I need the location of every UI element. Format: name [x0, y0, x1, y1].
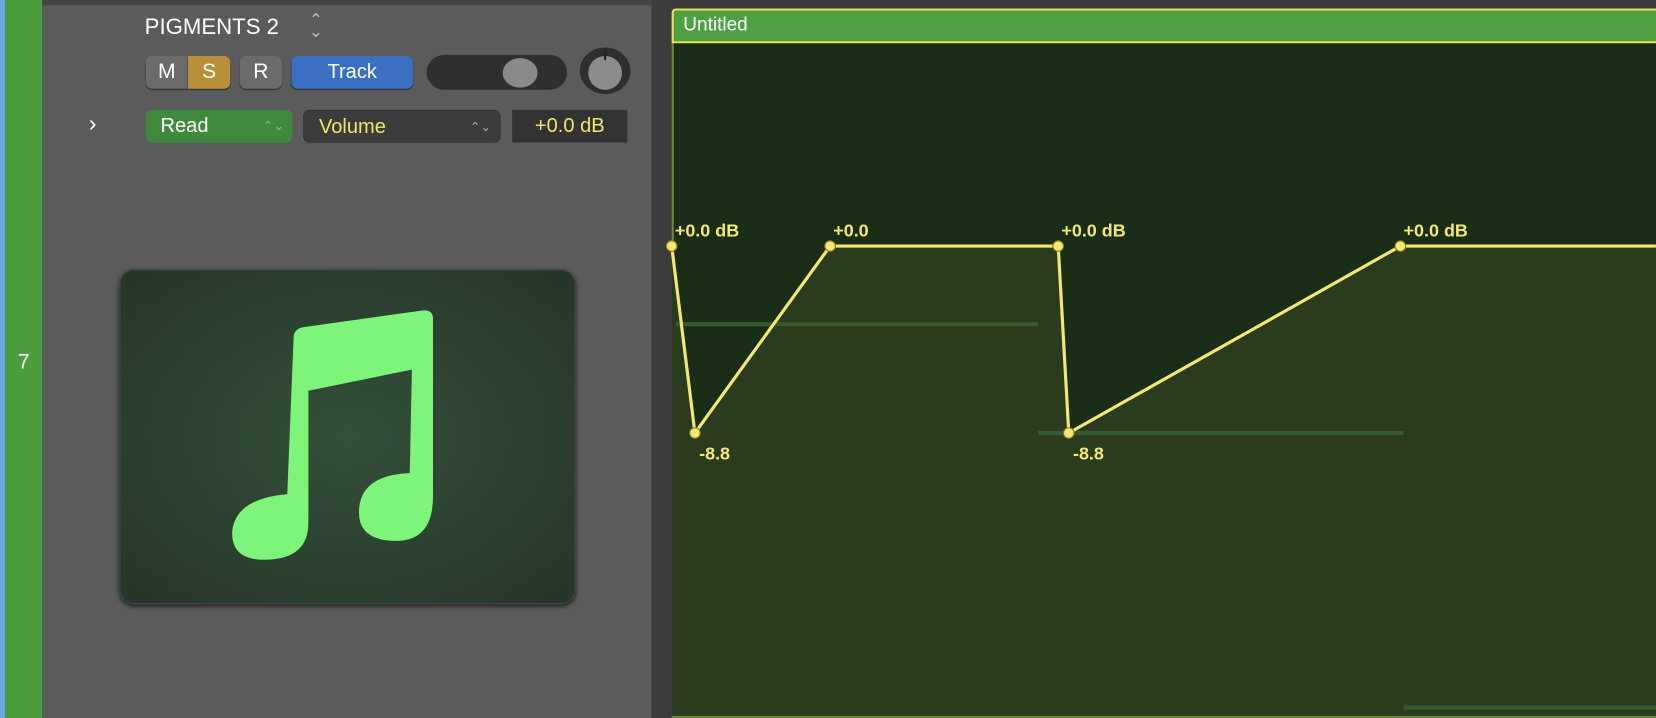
automation-point-label: +0.0 dB [1061, 221, 1125, 241]
automation-lane[interactable]: +0.0 dB -8.8 +0.0 +0.0 dB -8.8 +0.0 dB [0, 0, 1656, 718]
automation-point-label: +0.0 [833, 221, 868, 241]
automation-point[interactable] [1062, 427, 1075, 439]
automation-point[interactable] [1394, 240, 1407, 252]
automation-point[interactable] [824, 240, 836, 252]
level-line [675, 322, 1039, 327]
level-line [1403, 705, 1656, 710]
automation-point-label: -8.8 [699, 443, 730, 463]
automation-point[interactable] [1052, 240, 1065, 252]
automation-point[interactable] [665, 240, 678, 252]
automation-point-label: +0.0 dB [675, 221, 739, 241]
automation-point-label: -8.8 [1073, 443, 1104, 463]
level-line [1038, 430, 1404, 436]
automation-point-label: +0.0 dB [1404, 221, 1468, 241]
automation-point[interactable] [689, 427, 701, 439]
automation-fill [671, 246, 1656, 717]
